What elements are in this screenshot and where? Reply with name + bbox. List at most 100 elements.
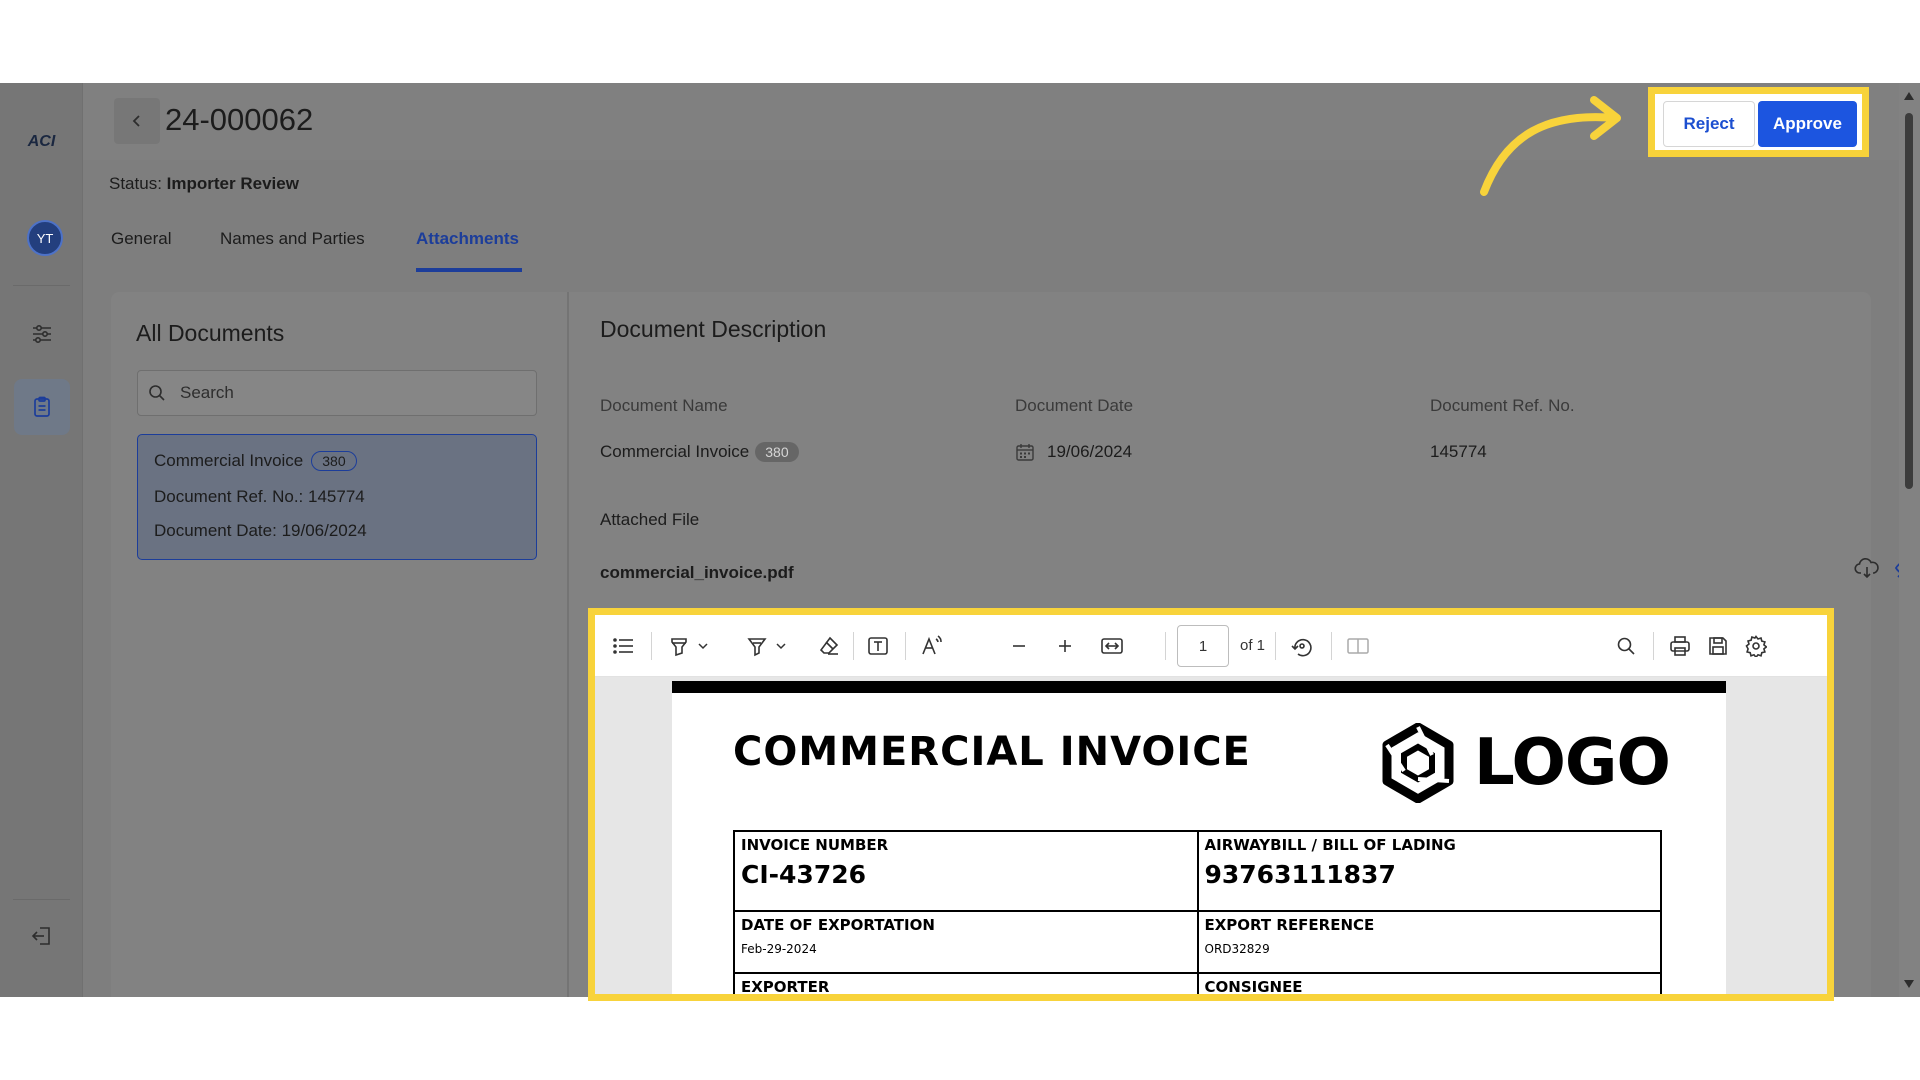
export-date-cell: DATE OF EXPORTATION Feb-29-2024 <box>733 910 1199 974</box>
document-date-label: Document Date <box>1015 396 1134 415</box>
sidebar-item-documents[interactable] <box>14 379 70 435</box>
document-name-label: Document Name <box>600 396 728 415</box>
logout-icon <box>31 927 50 945</box>
invoice-number-label: INVOICE NUMBER <box>741 836 889 854</box>
page-total: of 1 <box>1240 637 1266 654</box>
save-icon <box>1709 637 1727 655</box>
pdf-page: COMMERCIAL INVOICE LOGO INVOICE NUMBER C… <box>672 681 1726 995</box>
consignee-label: CONSIGNEE <box>1204 978 1303 995</box>
text-box-icon <box>868 637 888 655</box>
user-avatar[interactable]: YT <box>27 220 63 256</box>
outline-toggle[interactable] <box>609 632 639 660</box>
exporter-cell: EXPORTER <box>733 972 1199 995</box>
highlight-tool[interactable] <box>665 632 693 660</box>
tab-attachments[interactable]: Attachments <box>416 229 519 249</box>
document-date-value: 19/06/2024 <box>1047 442 1133 461</box>
search-input[interactable] <box>178 371 528 415</box>
rotate-button[interactable] <box>1287 632 1317 660</box>
toolbar-divider <box>853 632 854 660</box>
status-value: Importer Review <box>166 174 299 193</box>
invoice-number-cell: INVOICE NUMBER CI-43726 <box>733 830 1199 912</box>
search-icon <box>1617 637 1635 655</box>
draw-tool[interactable] <box>743 632 771 660</box>
document-item-name-row: Commercial Invoice 380 <box>154 451 357 471</box>
vertical-scrollbar[interactable] <box>1899 83 1920 997</box>
document-list-item[interactable]: Commercial Invoice 380 Document Ref. No.:… <box>137 434 537 560</box>
chevron-down-icon <box>776 643 786 650</box>
back-button[interactable] <box>114 98 160 144</box>
print-button[interactable] <box>1665 632 1695 660</box>
draw-options[interactable] <box>773 632 789 660</box>
toolbar-divider <box>1165 632 1166 660</box>
airwaybill-value: 93763111837 <box>1204 860 1396 889</box>
eraser-icon <box>819 636 839 655</box>
plus-icon <box>1059 640 1071 652</box>
attached-file-name[interactable]: commercial_invoice.pdf <box>600 563 794 583</box>
toolbar-divider <box>651 632 652 660</box>
gear-icon <box>1745 635 1767 657</box>
erase-tool[interactable] <box>815 632 843 660</box>
find-button[interactable] <box>1611 632 1641 660</box>
scrollbar-thumb[interactable] <box>1905 113 1913 489</box>
all-documents-title: All Documents <box>136 320 285 346</box>
document-ref-label: Document Ref. No. <box>1430 396 1575 415</box>
callout-arrow-icon <box>1480 96 1621 196</box>
rotate-icon <box>1291 638 1312 657</box>
toolbar-divider <box>1331 632 1332 660</box>
chevron-down-icon <box>698 643 708 650</box>
export-date-label: DATE OF EXPORTATION <box>741 916 935 934</box>
page-header: 24-000062 <box>83 83 1920 160</box>
tab-general[interactable]: General <box>111 229 171 249</box>
document-item-name: Commercial Invoice <box>154 451 304 470</box>
logo-icon <box>1382 723 1454 803</box>
status-line: Status: Importer Review <box>109 174 299 194</box>
sidebar-item-logout[interactable] <box>14 908 70 964</box>
two-page-view-button[interactable] <box>1343 632 1373 660</box>
highlight-options[interactable] <box>695 632 711 660</box>
scroll-down-icon[interactable] <box>1903 979 1915 989</box>
document-description-title: Document Description <box>600 316 827 342</box>
save-button[interactable] <box>1703 632 1733 660</box>
cloud-download-icon[interactable] <box>1854 556 1880 580</box>
clipboard-icon <box>34 396 50 417</box>
zoom-out-button[interactable] <box>1005 632 1033 660</box>
export-date-value: Feb-29-2024 <box>741 942 817 956</box>
table-row: EXPORTER CONSIGNEE <box>733 972 1662 995</box>
highlighter-icon <box>671 638 687 657</box>
consignee-cell: CONSIGNEE <box>1196 972 1662 995</box>
fit-width-icon <box>1101 638 1123 654</box>
sidebar-divider <box>13 285 70 286</box>
document-item-date-label: Document Date: <box>154 521 277 540</box>
attached-file-label: Attached File <box>600 510 700 529</box>
exporter-label: EXPORTER <box>741 978 830 995</box>
document-item-ref-label: Document Ref. No.: <box>154 487 304 506</box>
read-aloud-icon <box>922 635 942 655</box>
document-ref-value: 145774 <box>1430 442 1487 461</box>
airwaybill-label: AIRWAYBILL / BILL OF LADING <box>1204 836 1456 854</box>
export-reference-label: EXPORT REFERENCE <box>1204 916 1375 934</box>
text-box-tool[interactable] <box>863 632 893 660</box>
page-number-input[interactable] <box>1177 625 1229 667</box>
settings-button[interactable] <box>1741 632 1771 660</box>
sidebar-item-filters[interactable] <box>14 306 70 362</box>
export-reference-cell: EXPORT REFERENCE ORD32829 <box>1196 910 1662 974</box>
reject-button[interactable]: Reject <box>1663 101 1755 147</box>
document-name-value: Commercial Invoice <box>600 442 750 461</box>
document-date-value-row: 19/06/2024 <box>1015 442 1132 462</box>
fit-width-button[interactable] <box>1097 632 1127 660</box>
approve-button[interactable]: Approve <box>1758 101 1857 147</box>
sidebar-divider <box>13 899 70 900</box>
document-name-value-row: Commercial Invoice 380 <box>600 442 799 462</box>
search-box <box>137 370 537 416</box>
documents-list-panel: All Documents Commercial Invoice 380 Docu… <box>111 292 569 997</box>
read-aloud-tool[interactable] <box>917 632 947 660</box>
table-row: INVOICE NUMBER CI-43726 AIRWAYBILL / BIL… <box>733 830 1662 912</box>
pdf-viewer: of 1 COMMERCIAL INVOICE <box>588 608 1834 1001</box>
zoom-in-button[interactable] <box>1051 632 1079 660</box>
invoice-title: COMMERCIAL INVOICE <box>733 729 1251 775</box>
document-item-date-value: 19/06/2024 <box>281 521 367 540</box>
tab-names-and-parties[interactable]: Names and Parties <box>220 229 365 249</box>
scroll-up-icon[interactable] <box>1903 91 1915 101</box>
pdf-canvas[interactable]: COMMERCIAL INVOICE LOGO INVOICE NUMBER C… <box>595 677 1827 995</box>
two-page-icon <box>1347 638 1369 654</box>
